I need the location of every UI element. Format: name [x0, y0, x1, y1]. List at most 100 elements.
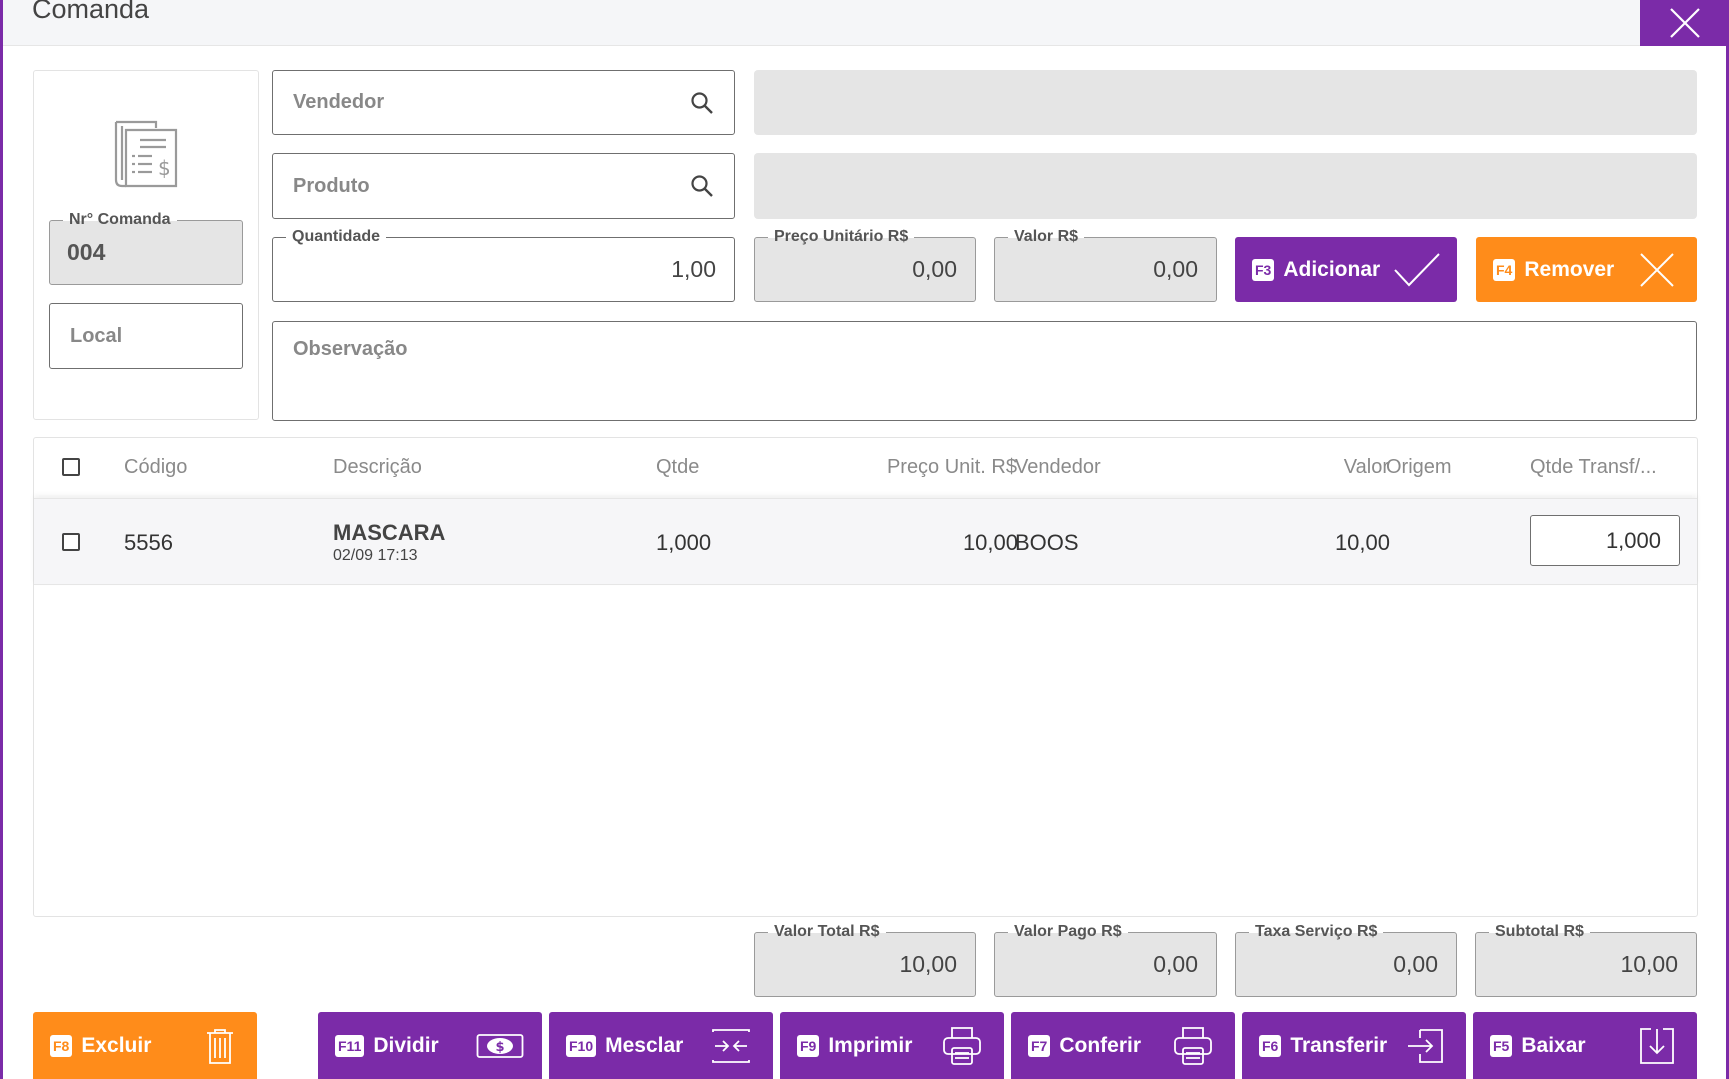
- subtotal-value: 10,00: [1620, 951, 1678, 977]
- local-placeholder: Local: [70, 324, 123, 347]
- merge-icon: [711, 1028, 751, 1064]
- dividir-label: Dividir: [373, 1033, 439, 1057]
- preco-unitario-field: Preço Unitário R$ 0,00: [754, 227, 976, 302]
- subtotal-label: Subtotal R$: [1489, 922, 1590, 942]
- valor-total-label: Valor Total R$: [768, 922, 886, 942]
- mesclar-label: Mesclar: [605, 1033, 684, 1057]
- quantidade-value: 1,00: [671, 256, 716, 282]
- comanda-number-value: 004: [67, 239, 106, 265]
- row-preco-unit: 10,00: [962, 529, 1018, 555]
- row-descricao: MASCARA: [333, 519, 446, 545]
- subtotal-field: Subtotal R$ 10,00: [1475, 922, 1697, 997]
- row-descricao-cell: MASCARA 02/09 17:13: [333, 499, 445, 586]
- row-valor: 10,00: [1334, 529, 1390, 555]
- row-codigo: 5556: [124, 529, 173, 555]
- excluir-button[interactable]: F8 Excluir: [33, 1012, 257, 1079]
- qtde-transf-input[interactable]: 1,000: [1530, 515, 1680, 566]
- select-all-checkbox[interactable]: [62, 458, 80, 476]
- excluir-shortcut: F8: [50, 1034, 73, 1057]
- imprimir-shortcut: F9: [797, 1034, 820, 1057]
- imprimir-button[interactable]: F9 Imprimir: [780, 1012, 1004, 1079]
- mesclar-button[interactable]: F10 Mesclar: [549, 1012, 773, 1079]
- adicionar-label: Adicionar: [1283, 257, 1381, 281]
- excluir-label: Excluir: [81, 1033, 152, 1057]
- local-input[interactable]: Local: [49, 303, 243, 369]
- baixar-shortcut: F5: [1490, 1034, 1513, 1057]
- vendedor-name-display: [754, 70, 1697, 135]
- observacao-input[interactable]: Observação: [272, 321, 1697, 421]
- comanda-number-field: Nr° Comanda 004: [49, 210, 243, 285]
- row-vendedor: BOOS: [1015, 529, 1079, 555]
- x-icon: [1639, 252, 1675, 288]
- valor-field: Valor R$ 0,00: [994, 227, 1217, 302]
- valor-value: 0,00: [1153, 256, 1198, 282]
- column-header-descricao[interactable]: Descrição: [333, 437, 422, 498]
- check-icon: [1393, 252, 1441, 288]
- imprimir-label: Imprimir: [828, 1033, 913, 1057]
- table-row[interactable]: 5556 MASCARA 02/09 17:13 1,000 10,00 BOO…: [34, 498, 1697, 585]
- preco-unitario-label: Preço Unitário R$: [768, 227, 915, 247]
- column-header-origem[interactable]: Origem: [1386, 437, 1452, 498]
- taxa-servico-label: Taxa Serviço R$: [1249, 922, 1384, 942]
- valor-label: Valor R$: [1008, 227, 1085, 247]
- valor-total-value: 10,00: [899, 951, 957, 977]
- quantidade-input[interactable]: Quantidade 1,00: [272, 227, 735, 302]
- row-checkbox[interactable]: [62, 533, 80, 551]
- table-header: Código Descrição Qtde Preço Unit. R$ Ven…: [33, 437, 1698, 498]
- modal-header: [3, 0, 1726, 46]
- observacao-placeholder: Observação: [293, 338, 408, 360]
- transferir-label: Transferir: [1290, 1033, 1388, 1057]
- remover-button[interactable]: F4 Remover: [1476, 237, 1697, 302]
- valor-pago-value: 0,00: [1153, 951, 1198, 977]
- printer-icon: [1173, 1026, 1213, 1066]
- conferir-label: Conferir: [1059, 1033, 1142, 1057]
- adicionar-shortcut: F3: [1252, 258, 1275, 281]
- taxa-servico-field: Taxa Serviço R$ 0,00: [1235, 922, 1457, 997]
- column-header-qtde[interactable]: Qtde: [656, 437, 699, 498]
- produto-input[interactable]: Produto: [272, 153, 735, 219]
- valor-total-field: Valor Total R$ 10,00: [754, 922, 976, 997]
- taxa-servico-value: 0,00: [1393, 951, 1438, 977]
- remover-label: Remover: [1524, 257, 1615, 281]
- transferir-shortcut: F6: [1259, 1034, 1282, 1057]
- modal-title: Comanda: [32, 0, 150, 24]
- produto-name-display: [754, 153, 1697, 219]
- produto-placeholder: Produto: [293, 174, 370, 197]
- conferir-shortcut: F7: [1028, 1034, 1051, 1057]
- dividir-button[interactable]: F11 Dividir $: [318, 1012, 542, 1079]
- svg-text:$: $: [495, 1040, 504, 1055]
- column-header-valor[interactable]: Valor: [1344, 437, 1389, 498]
- modal-left-border: [0, 0, 3, 1079]
- mesclar-shortcut: F10: [566, 1034, 597, 1057]
- printer-icon: [942, 1026, 982, 1066]
- transfer-icon: [1406, 1028, 1444, 1064]
- baixar-button[interactable]: F5 Baixar: [1473, 1012, 1697, 1079]
- column-header-vendedor[interactable]: Vendedor: [1015, 437, 1101, 498]
- conferir-button[interactable]: F7 Conferir: [1011, 1012, 1235, 1079]
- transferir-button[interactable]: F6 Transferir: [1242, 1012, 1466, 1079]
- vendedor-placeholder: Vendedor: [293, 91, 385, 113]
- column-header-qtde-transf[interactable]: Qtde Transf/...: [1530, 437, 1657, 498]
- money-icon: $: [476, 1032, 524, 1060]
- quantidade-label: Quantidade: [286, 227, 387, 247]
- row-qtde: 1,000: [656, 529, 712, 555]
- column-header-codigo[interactable]: Código: [124, 437, 187, 498]
- trash-icon: [205, 1027, 235, 1065]
- search-icon[interactable]: [690, 174, 714, 198]
- close-icon: [1669, 8, 1700, 38]
- close-button[interactable]: [1640, 0, 1729, 46]
- search-icon[interactable]: [690, 91, 714, 115]
- svg-text:$: $: [158, 156, 171, 180]
- download-icon: [1639, 1027, 1675, 1065]
- column-header-preco-unit[interactable]: Preço Unit. R$: [887, 437, 1017, 498]
- valor-pago-label: Valor Pago R$: [1008, 922, 1128, 942]
- baixar-label: Baixar: [1521, 1033, 1586, 1057]
- row-data: 02/09 17:13: [333, 546, 418, 564]
- preco-unitario-value: 0,00: [912, 256, 957, 282]
- invoice-document-icon: $: [110, 118, 182, 195]
- adicionar-button[interactable]: F3 Adicionar: [1235, 237, 1457, 302]
- valor-pago-field: Valor Pago R$ 0,00: [994, 922, 1217, 997]
- vendedor-input[interactable]: Vendedor: [272, 70, 735, 135]
- remover-shortcut: F4: [1493, 258, 1516, 281]
- dividir-shortcut: F11: [335, 1034, 365, 1057]
